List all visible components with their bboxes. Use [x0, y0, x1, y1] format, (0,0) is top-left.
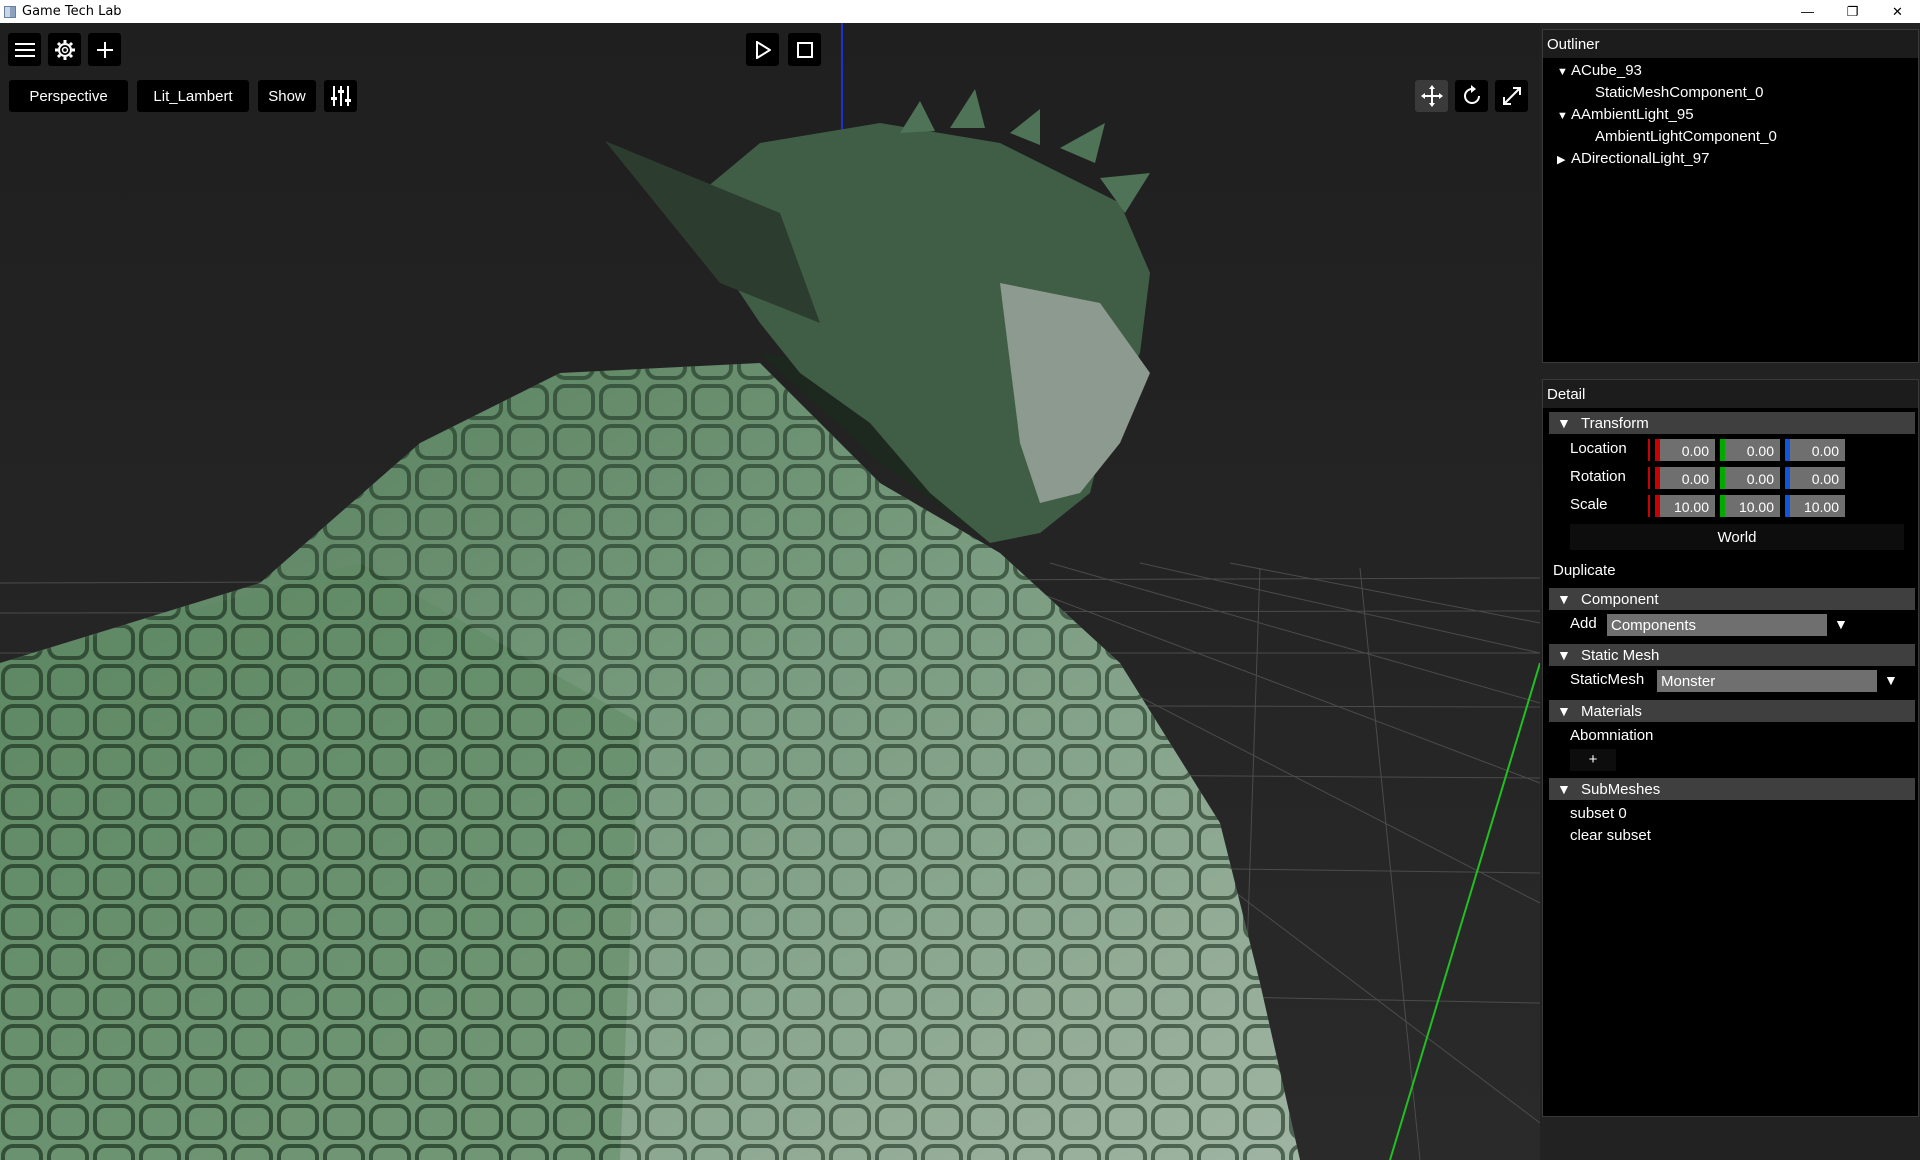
- submesh-item[interactable]: subset 0: [1570, 805, 1627, 822]
- duplicate-button[interactable]: Duplicate: [1553, 562, 1616, 579]
- world-space-button[interactable]: World: [1570, 524, 1904, 550]
- static-mesh-label: StaticMesh: [1570, 671, 1645, 688]
- plus-icon: [96, 41, 113, 58]
- add-component-dropdown[interactable]: Components: [1607, 614, 1827, 636]
- location-y-field[interactable]: 0.00: [1720, 439, 1780, 461]
- scene-viewport[interactable]: Perspective Lit_Lambert Show: [0, 23, 1540, 1160]
- gear-icon: [54, 39, 75, 60]
- view-mode-button[interactable]: Perspective: [9, 80, 128, 112]
- minimize-button[interactable]: —: [1785, 0, 1830, 23]
- outliner-title: Outliner: [1543, 30, 1918, 58]
- detail-panel: Detail ▼ Transform Location 0.00 0.00 0.0…: [1542, 379, 1919, 1117]
- view-shading-button[interactable]: Lit_Lambert: [137, 80, 249, 112]
- outliner-panel: Outliner ▼ ACube_93 StaticMeshComponent_0…: [1542, 29, 1919, 363]
- field-divider: [1648, 467, 1650, 489]
- static-mesh-section-header[interactable]: ▼ Static Mesh: [1549, 644, 1915, 666]
- location-z-field[interactable]: 0.00: [1785, 439, 1845, 461]
- outliner-item[interactable]: StaticMeshComponent_0: [1595, 84, 1763, 101]
- material-item[interactable]: Abomniation: [1570, 727, 1653, 744]
- component-section-header[interactable]: ▼ Component: [1549, 588, 1915, 610]
- window-controls: — ❐ ✕: [1785, 0, 1920, 23]
- expanded-triangle-icon[interactable]: ▼: [1557, 110, 1571, 122]
- rotation-y-field[interactable]: 0.00: [1720, 467, 1780, 489]
- scale-label: Scale: [1570, 496, 1608, 513]
- viewport-settings-button[interactable]: [324, 80, 357, 112]
- rotate-icon: [1463, 85, 1480, 104]
- expanded-triangle-icon: ▼: [1557, 591, 1571, 607]
- rotation-z-field[interactable]: 0.00: [1785, 467, 1845, 489]
- outliner-item[interactable]: AmbientLightComponent_0: [1595, 128, 1777, 145]
- close-button[interactable]: ✕: [1875, 0, 1920, 23]
- rotation-x-field[interactable]: 0.00: [1655, 467, 1715, 489]
- scale-tool-button[interactable]: [1495, 80, 1528, 112]
- location-x-field[interactable]: 0.00: [1655, 439, 1715, 461]
- move-tool-button[interactable]: [1415, 80, 1448, 112]
- stop-icon: [796, 41, 813, 58]
- settings-button[interactable]: [48, 33, 81, 66]
- materials-section-header[interactable]: ▼ Materials: [1549, 700, 1915, 722]
- collapsed-triangle-icon[interactable]: ▶: [1557, 153, 1571, 166]
- menu-icon: [14, 42, 35, 57]
- app-icon: [4, 5, 16, 18]
- transform-section-header[interactable]: ▼ Transform: [1549, 412, 1915, 434]
- outliner-item[interactable]: ▼ AAmbientLight_95: [1557, 106, 1694, 123]
- expanded-triangle-icon: ▼: [1557, 703, 1571, 719]
- sliders-icon: [330, 86, 351, 106]
- menu-button[interactable]: [8, 33, 41, 66]
- move-icon: [1420, 85, 1443, 107]
- restore-button[interactable]: ❐: [1830, 0, 1875, 23]
- expanded-triangle-icon: ▼: [1557, 415, 1571, 431]
- field-divider: [1648, 495, 1650, 517]
- clear-subset-button[interactable]: clear subset: [1570, 827, 1651, 844]
- window-title: Game Tech Lab: [22, 4, 122, 19]
- title-bar: Game Tech Lab — ❐ ✕: [0, 0, 1920, 23]
- rotation-label: Rotation: [1570, 468, 1626, 485]
- add-component-label: Add: [1570, 615, 1597, 632]
- expanded-triangle-icon: ▼: [1557, 781, 1571, 797]
- rotate-tool-button[interactable]: [1455, 80, 1488, 112]
- scale-x-field[interactable]: 10.00: [1655, 495, 1715, 517]
- dropdown-arrow-icon[interactable]: ▼: [1884, 672, 1898, 688]
- submeshes-section-header[interactable]: ▼ SubMeshes: [1549, 778, 1915, 800]
- outliner-item[interactable]: ▶ ADirectionalLight_97: [1557, 150, 1709, 167]
- scale-z-field[interactable]: 10.00: [1785, 495, 1845, 517]
- outliner-item[interactable]: ▼ ACube_93: [1557, 62, 1642, 79]
- play-button[interactable]: [746, 33, 779, 66]
- field-divider: [1648, 439, 1650, 461]
- expanded-triangle-icon[interactable]: ▼: [1557, 66, 1571, 78]
- static-mesh-dropdown[interactable]: Monster: [1657, 670, 1877, 692]
- stop-button[interactable]: [788, 33, 821, 66]
- dropdown-arrow-icon[interactable]: ▼: [1834, 616, 1848, 632]
- add-actor-button[interactable]: [88, 33, 121, 66]
- add-material-button[interactable]: +: [1570, 749, 1616, 771]
- viewport-scene: [0, 23, 1540, 1160]
- expanded-triangle-icon: ▼: [1557, 647, 1571, 663]
- show-button[interactable]: Show: [258, 80, 316, 112]
- play-icon: [755, 40, 771, 59]
- detail-title: Detail: [1543, 380, 1918, 408]
- location-label: Location: [1570, 440, 1627, 457]
- scale-icon: [1502, 87, 1521, 105]
- scale-y-field[interactable]: 10.00: [1720, 495, 1780, 517]
